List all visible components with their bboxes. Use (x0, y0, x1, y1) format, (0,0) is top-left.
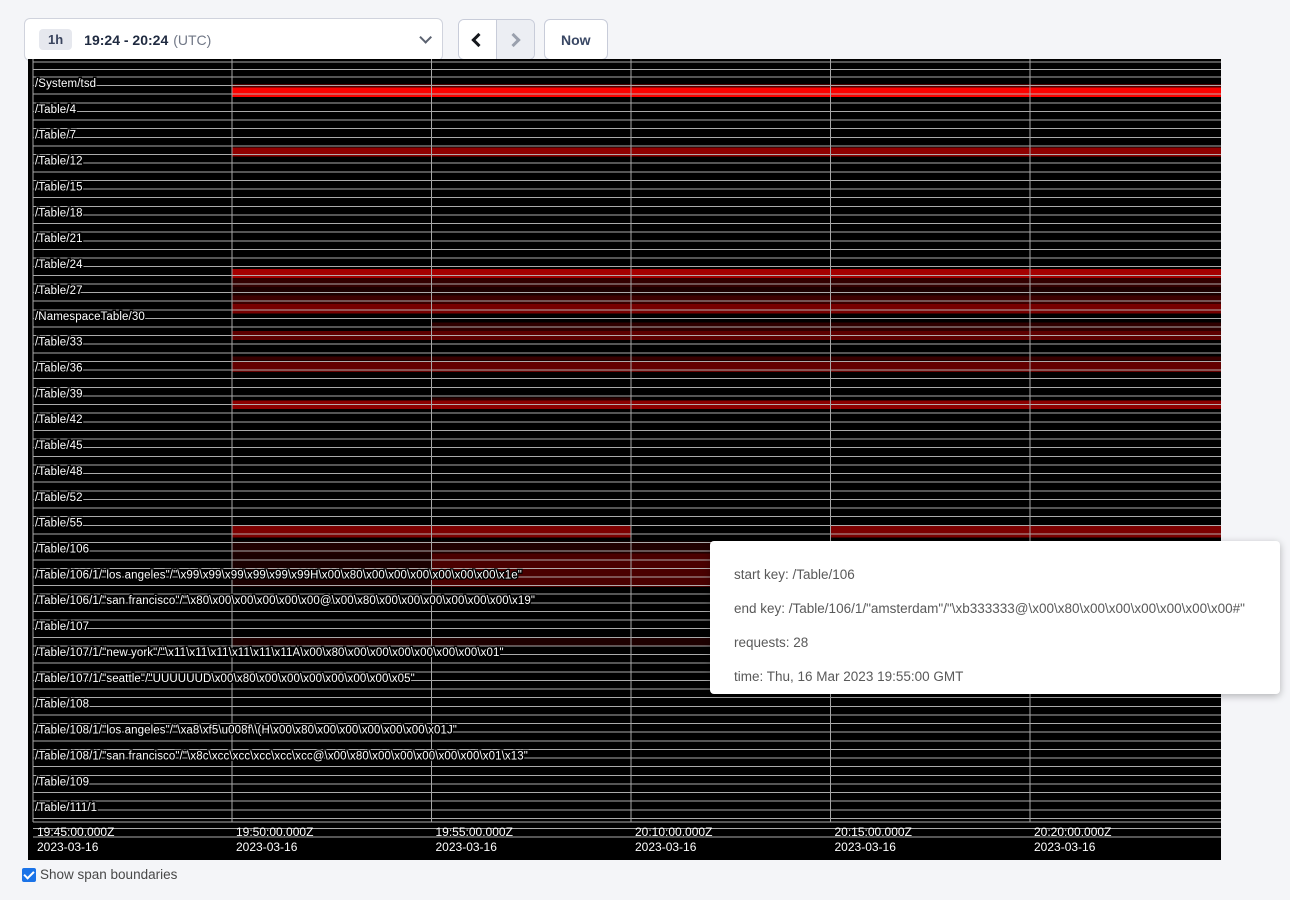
axis-time-label: 20:15:00.000Z (835, 825, 912, 839)
row-label: /Table/39 (35, 388, 83, 400)
chevron-left-icon (472, 32, 486, 46)
row-label: /Table/42 (35, 414, 83, 426)
row-label: /Table/18 (35, 207, 83, 219)
axis-time-label: 19:50:00.000Z (236, 825, 313, 839)
span-tooltip: start key: /Table/106 end key: /Table/10… (710, 541, 1280, 694)
chevron-right-icon (507, 32, 521, 46)
row-label: /Table/55 (35, 518, 83, 530)
heat-band (232, 304, 1221, 314)
heat-band (232, 287, 1221, 296)
heat-band (232, 148, 1221, 157)
row-label: /Table/106/1/"san francisco"/"\x80\x00\x… (35, 595, 535, 607)
tooltip-time: time: Thu, 16 Mar 2023 19:55:00 GMT (734, 667, 1256, 687)
axis-time-label: 19:55:00.000Z (436, 825, 513, 839)
time-range-duration-badge: 1h (39, 29, 72, 50)
time-nav-group (458, 19, 535, 60)
tooltip-requests: requests: 28 (734, 633, 1256, 653)
row-label: /Table/107 (35, 621, 89, 633)
next-interval-button-disabled[interactable] (497, 20, 535, 59)
key-visualizer-chart[interactable]: /System/tsd/Table/4/Table/7/Table/12/Tab… (0, 59, 1290, 860)
row-label: /Table/52 (35, 492, 83, 504)
row-label: /Table/106/1/"los angeles"/"\x99\x99\x99… (35, 569, 522, 581)
row-label: /Table/24 (35, 259, 83, 271)
axis-date-label: 2023-03-16 (835, 840, 897, 854)
row-label: /Table/108/1/"los angeles"/"\xa8\xf5\u00… (35, 725, 457, 737)
row-label: /System/tsd (35, 78, 96, 90)
axis-date-label: 2023-03-16 (236, 840, 298, 854)
time-range-selector[interactable]: 1h 19:24 - 20:24 (UTC) (24, 18, 443, 61)
tooltip-start-key: start key: /Table/106 (734, 565, 1256, 585)
axis-time-label: 20:20:00.000Z (1034, 825, 1111, 839)
toolbar: 1h 19:24 - 20:24 (UTC) Now (0, 0, 1290, 59)
row-label: /Table/27 (35, 285, 83, 297)
row-label: /Table/106 (35, 544, 89, 556)
row-label: /NamespaceTable/30 (35, 311, 145, 323)
time-range-label: 19:24 - 20:24 (84, 32, 168, 48)
show-span-boundaries-label: Show span boundaries (40, 867, 177, 882)
canvas-background (28, 59, 1221, 860)
row-label: /Table/107/1/"seattle"/"UUUUUUD\x00\x80\… (35, 673, 415, 685)
row-label: /Table/108/1/"san francisco"/"\x8c\xcc\x… (35, 750, 528, 762)
row-label: /Table/15 (35, 181, 83, 193)
row-label: /Table/109 (35, 776, 89, 788)
row-label: /Table/108 (35, 699, 89, 711)
show-span-boundaries-checkbox[interactable] (22, 868, 36, 882)
heat-band (232, 296, 1221, 305)
row-label: /Table/21 (35, 233, 83, 245)
axis-date-label: 2023-03-16 (635, 840, 697, 854)
axis-date-label: 2023-03-16 (1034, 840, 1096, 854)
tooltip-end-key: end key: /Table/106/1/"amsterdam"/"\xb33… (734, 599, 1256, 619)
row-label: /Table/107/1/"new york"/"\x11\x11\x11\x1… (35, 647, 504, 659)
row-label: /Table/7 (35, 130, 76, 142)
row-label: /Table/48 (35, 466, 83, 478)
row-label: /Table/45 (35, 440, 83, 452)
row-label: /Table/36 (35, 362, 83, 374)
chevron-down-icon (419, 31, 432, 44)
time-range-zone: (UTC) (173, 32, 211, 48)
axis-date-label: 2023-03-16 (436, 840, 498, 854)
row-label: /Table/33 (35, 337, 83, 349)
axis-time-label: 19:45:00.000Z (37, 825, 114, 839)
axis-time-label: 20:10:00.000Z (635, 825, 712, 839)
row-label: /Table/4 (35, 104, 77, 116)
heat-band (431, 398, 631, 401)
row-label: /Table/111/1 (35, 802, 97, 814)
heat-band (232, 88, 1221, 98)
heat-band (232, 278, 1221, 287)
heat-band (232, 269, 1221, 278)
footer: Show span boundaries (22, 867, 177, 882)
keyvisualizer-canvas[interactable]: /System/tsd/Table/4/Table/7/Table/12/Tab… (0, 59, 1290, 860)
previous-interval-button[interactable] (459, 20, 497, 59)
heat-band (830, 526, 1221, 538)
now-button[interactable]: Now (544, 19, 608, 60)
heat-band (232, 357, 1221, 361)
row-label: /Table/12 (35, 156, 83, 168)
axis-date-label: 2023-03-16 (37, 840, 99, 854)
